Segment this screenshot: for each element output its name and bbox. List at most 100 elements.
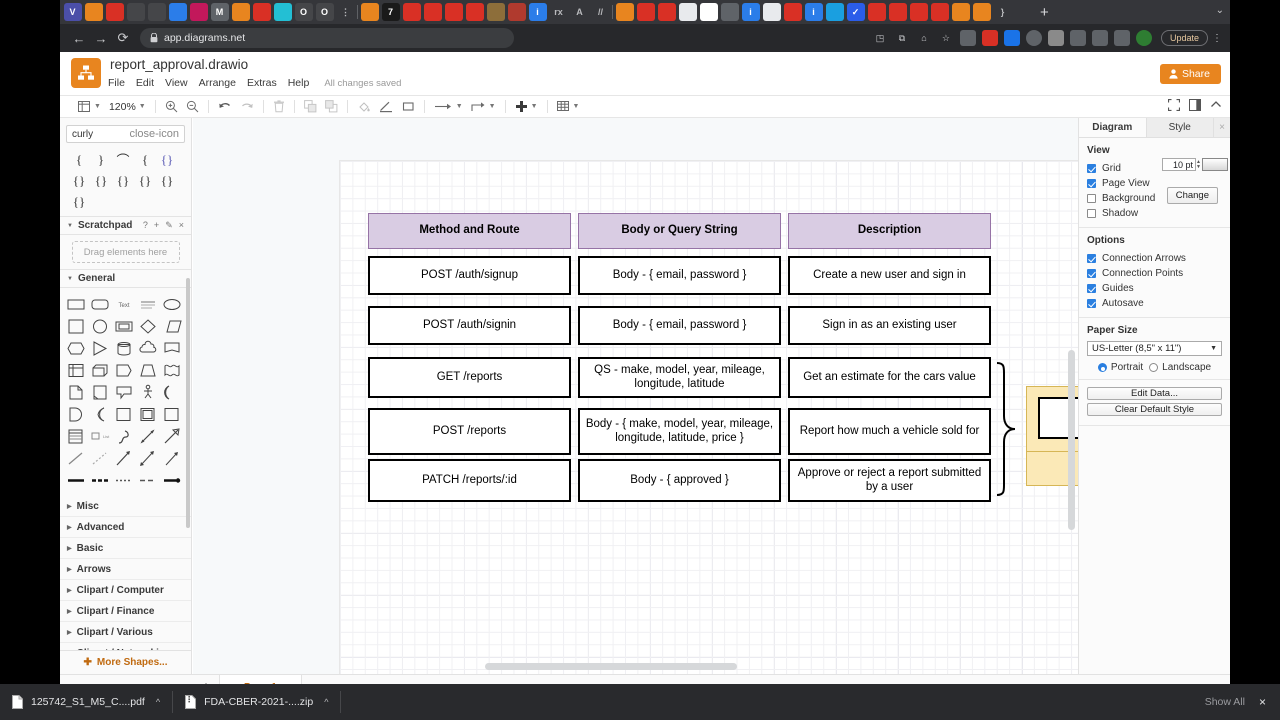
install-icon[interactable]: ⧉ [894, 30, 910, 46]
chevron-up-icon[interactable]: ^ [324, 697, 328, 707]
browser-tab-favicon[interactable]: } [994, 3, 1012, 21]
table-cell[interactable]: GET /reports [368, 357, 571, 398]
shape-category-arrows[interactable]: ▶ Arrows [60, 559, 191, 580]
bring-to-front-icon[interactable] [300, 97, 321, 117]
clear-default-style-button[interactable]: Clear Default Style [1087, 403, 1222, 416]
general-shape-item[interactable] [112, 359, 136, 381]
general-shape-item[interactable] [160, 293, 184, 315]
grid-size-input[interactable]: 10 pt [1162, 158, 1196, 171]
table-cell[interactable]: Create a new user and sign in [788, 256, 991, 295]
general-shape-item[interactable] [64, 337, 88, 359]
zoom-out-icon[interactable] [182, 97, 203, 117]
browser-tab-favicon[interactable] [252, 3, 271, 21]
shape-panel-scrollbar[interactable] [186, 278, 190, 528]
table-cell[interactable]: Report how much a vehicle sold for [788, 408, 991, 455]
grid-color-swatch[interactable] [1202, 158, 1228, 171]
table-cell[interactable]: Body - { email, password } [578, 256, 781, 295]
portrait-radio[interactable] [1097, 363, 1107, 372]
browser-tab-favicon[interactable] [972, 3, 991, 21]
close-shelf-button[interactable]: × [1259, 695, 1280, 709]
shape-search-input[interactable]: curly close-icon [66, 125, 185, 143]
browser-tab-favicon[interactable]: W [699, 3, 718, 21]
scratchpad-dropzone[interactable]: Drag elements here [60, 235, 191, 269]
general-shape-item[interactable] [64, 447, 88, 469]
table-cell[interactable]: PATCH /reports/:id [368, 459, 571, 502]
general-shape-item[interactable] [160, 469, 184, 491]
browser-tab-favicon[interactable] [951, 3, 970, 21]
table-header-cell[interactable]: Description [788, 213, 991, 249]
fullscreen-icon[interactable] [1167, 98, 1181, 114]
file-title[interactable]: report_approval.drawio [110, 57, 248, 72]
browser-tab-favicon[interactable] [273, 3, 292, 21]
plus-icon[interactable]: + [154, 220, 159, 231]
edit-data-button[interactable]: Edit Data... [1087, 387, 1222, 400]
table-header-cell[interactable]: Body or Query String [578, 213, 781, 249]
general-shape-item[interactable] [112, 403, 136, 425]
general-shape-item[interactable] [160, 315, 184, 337]
general-section-header[interactable]: ▼ General [60, 269, 191, 288]
general-shape-item[interactable] [136, 381, 160, 403]
general-shape-item[interactable] [112, 425, 136, 447]
shape-icon[interactable] [398, 97, 419, 117]
general-shape-item[interactable] [64, 403, 88, 425]
browser-tab-favicon[interactable] [1015, 3, 1033, 21]
pencil-icon[interactable]: ✎ [165, 220, 173, 231]
menu-file[interactable]: File [108, 77, 125, 89]
browser-tab-favicon[interactable]: M [210, 3, 229, 21]
paper-size-select[interactable]: US-Letter (8,5" x 11") ▼ [1087, 341, 1222, 356]
option-connection-points[interactable]: Connection Points [1087, 266, 1222, 280]
browser-tab-favicon[interactable] [762, 3, 781, 21]
browser-tab-favicon[interactable] [402, 3, 421, 21]
browser-tab-favicon[interactable] [84, 3, 103, 21]
extension-target-icon[interactable] [1025, 30, 1042, 46]
shape-category-clipart-computer[interactable]: ▶ Clipart / Computer [60, 580, 191, 601]
option-autosave[interactable]: Autosave [1087, 296, 1222, 310]
shape-result-curly[interactable]: {} [156, 149, 178, 170]
table-cell[interactable]: POST /auth/signin [368, 306, 571, 345]
chevron-up-icon[interactable]: ^ [156, 697, 160, 707]
change-background-button[interactable]: Change [1166, 187, 1218, 204]
shape-category-clipart-various[interactable]: ▶ Clipart / Various [60, 622, 191, 643]
update-button[interactable]: Update [1160, 30, 1208, 46]
new-tab-button[interactable]: + [1040, 4, 1049, 21]
menu-extras[interactable]: Extras [247, 77, 277, 89]
general-shape-item[interactable]: List [88, 425, 112, 447]
browser-tab-favicon[interactable]: O [315, 3, 334, 21]
table-cell[interactable]: Get an estimate for the cars value [788, 357, 991, 398]
general-shape-item[interactable] [160, 447, 184, 469]
browser-tab-favicon[interactable] [678, 3, 697, 21]
extension-gear-icon[interactable] [959, 30, 976, 46]
shape-result-curly[interactable]: } [90, 149, 112, 170]
menu-arrange[interactable]: Arrange [199, 77, 236, 89]
table-header-cell[interactable]: Method and Route [368, 213, 571, 249]
general-shape-item[interactable] [136, 425, 160, 447]
line-color-icon[interactable] [375, 97, 398, 117]
more-shapes-button[interactable]: ✚ More Shapes... [60, 650, 191, 674]
browser-tab-favicon[interactable] [888, 3, 907, 21]
general-shape-item[interactable] [88, 337, 112, 359]
translate-icon[interactable]: ⌂ [916, 30, 932, 46]
general-shape-item[interactable] [88, 293, 112, 315]
general-shape-item[interactable] [64, 425, 88, 447]
browser-tab-favicon[interactable]: A [571, 3, 589, 21]
browser-tab-favicon[interactable] [930, 3, 949, 21]
forward-button[interactable]: → [90, 31, 112, 46]
shape-result-curly[interactable]: ⌒ [112, 149, 134, 170]
option-checkbox[interactable] [1087, 268, 1096, 278]
view-panel-icon[interactable]: ▼ [74, 97, 105, 117]
general-shape-item[interactable] [160, 403, 184, 425]
tab-style[interactable]: Style [1146, 118, 1214, 137]
browser-tab-favicon[interactable] [636, 3, 655, 21]
browser-tab-favicon[interactable]: i [528, 3, 547, 21]
browser-tab-favicon[interactable]: 7 [381, 3, 400, 21]
table-cell[interactable]: Sign in as an existing user [788, 306, 991, 345]
general-shape-item[interactable] [136, 337, 160, 359]
browser-tab-favicon[interactable]: i [741, 3, 760, 21]
general-shape-item[interactable] [160, 425, 184, 447]
general-shape-item[interactable] [88, 403, 112, 425]
general-shape-item[interactable] [112, 381, 136, 403]
scratchpad-header[interactable]: ▼ Scratchpad ? + ✎ × [60, 216, 191, 235]
diagram-canvas[interactable]: Method and Route Body or Query String Desc… [193, 118, 1078, 674]
general-shape-item[interactable] [136, 359, 160, 381]
sidepanel-icon[interactable] [1113, 30, 1130, 46]
